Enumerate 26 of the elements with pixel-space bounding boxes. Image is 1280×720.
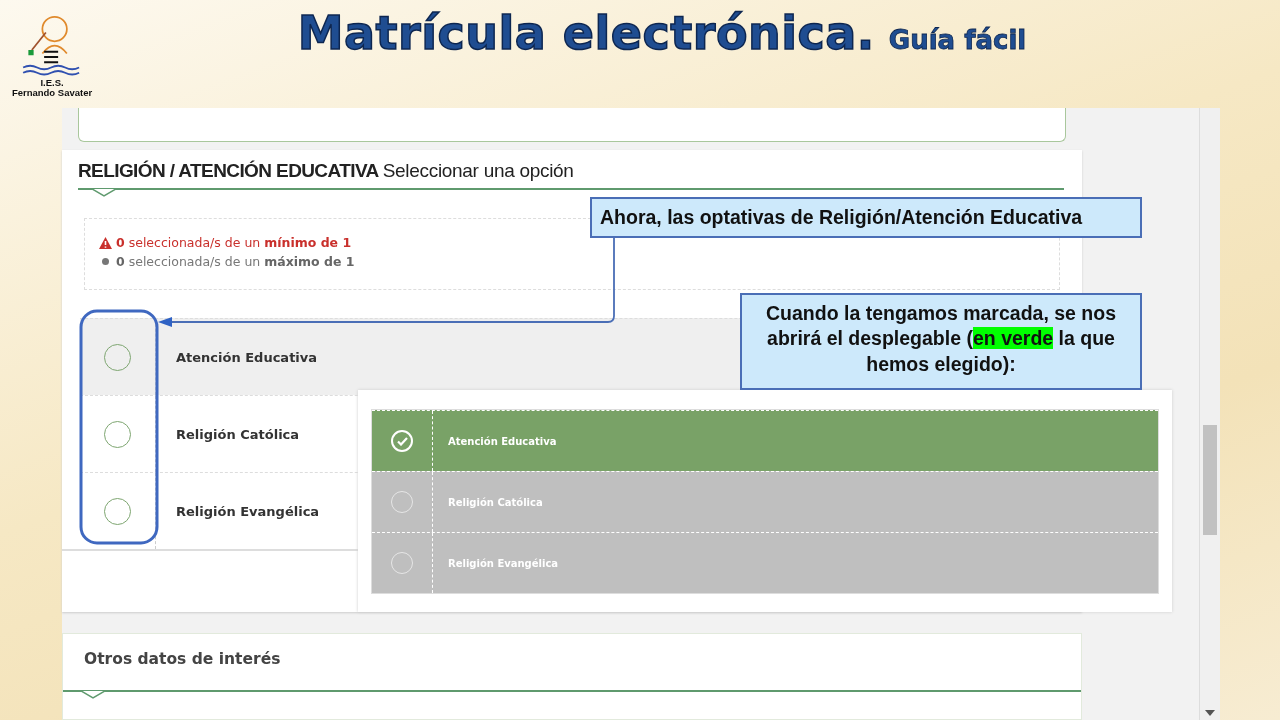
callout-note: Ahora, las optativas de Religión/Atención Educativa [590,197,1142,238]
bullet-icon [102,258,109,265]
dropdown-option[interactable]: Atención Educativa [372,410,1158,471]
section-hint: Seleccionar una opción [382,160,574,181]
section-heading: RELIGIÓN / ATENCIÓN EDUCATIVA Seleccionar una opción [78,160,575,182]
option-label: Atención Educativa [175,348,318,367]
slide-subtitle: Guía fácil [888,25,1027,55]
option-label: Religión Evangélica [175,502,320,521]
scrollbar[interactable] [1199,108,1220,720]
option-label: Atención Educativa [447,434,557,449]
dropdown-option[interactable]: Religión Evangélica [372,532,1158,593]
scroll-down-icon[interactable] [1205,710,1215,716]
section-heading: Otros datos de interés [83,650,282,668]
option-label: Religión Evangélica [447,556,559,571]
option-label: Religión Católica [175,425,300,444]
logo-text: I.E.S. [40,78,64,88]
check-icon [396,436,408,446]
warning-icon [99,236,112,249]
callout-note: Cuando la tengamos marcada, se nos abrirá el desplegable (en verde la que hemos elegido): [740,293,1142,390]
option-label: Religión Católica [447,495,543,510]
scrollbar-thumb[interactable] [1203,425,1217,535]
logo-text: Fernando Savater [11,87,93,98]
rule-text: 0 seleccionada/s de un mínimo de 1 [116,235,352,250]
rule-text: 0 seleccionada/s de un máximo de 1 [116,254,355,269]
slide-title: Matrícula electrónica. [297,6,875,60]
dropdown-option[interactable]: Religión Católica [372,471,1158,532]
